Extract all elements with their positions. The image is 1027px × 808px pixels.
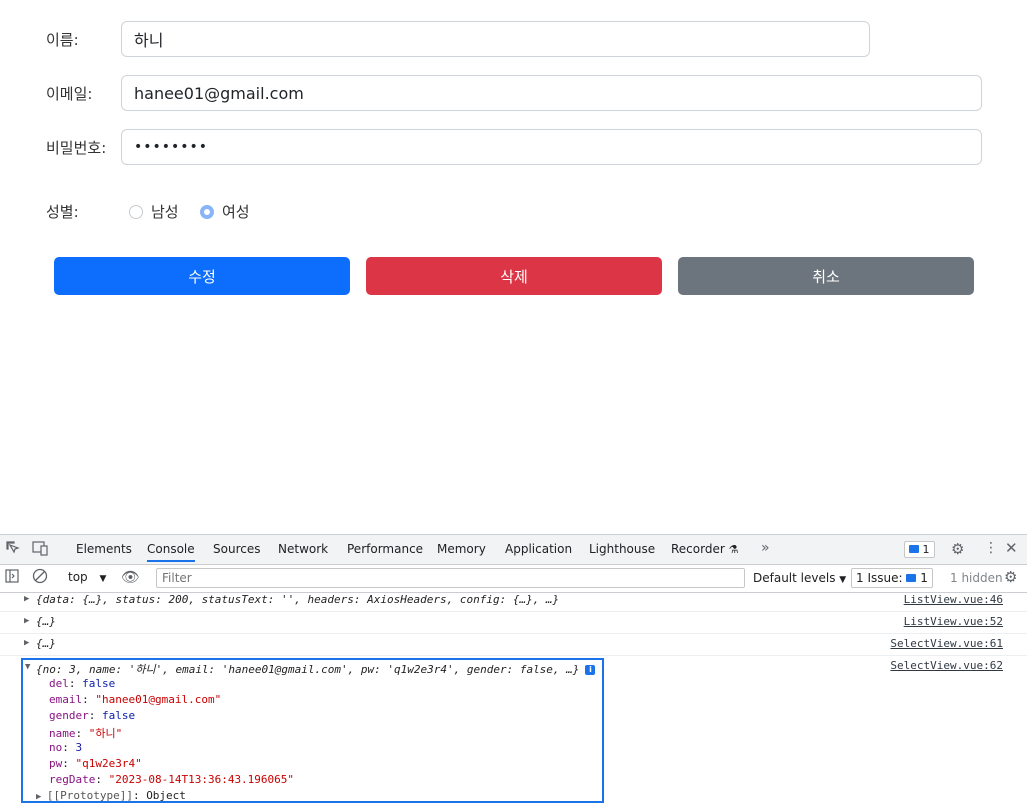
- dropdown-arrow-icon: ▼: [839, 575, 847, 585]
- expand-arrow-icon[interactable]: ▶: [24, 594, 29, 604]
- password-input[interactable]: ••••••••: [121, 129, 982, 165]
- messages-badge[interactable]: 1: [904, 541, 935, 558]
- console-log-row[interactable]: ▶ {…} ListView.vue:52: [0, 612, 1027, 634]
- male-radio[interactable]: [129, 204, 143, 219]
- more-tabs-icon[interactable]: »: [761, 540, 770, 556]
- devtools-tabbar: Elements Console Sources Network Perform…: [0, 535, 1027, 565]
- messages-count: 1: [922, 543, 930, 556]
- delete-button[interactable]: 삭제: [366, 257, 662, 295]
- sidebar-toggle-icon[interactable]: [5, 569, 19, 587]
- log-source-link[interactable]: SelectView.vue:61: [890, 637, 1003, 650]
- log-message: {data: {…}, status: 200, statusText: '',…: [36, 593, 560, 606]
- tab-console[interactable]: Console: [147, 542, 195, 562]
- expand-arrow-icon[interactable]: ▶: [24, 616, 29, 626]
- info-icon: i: [585, 665, 596, 675]
- tab-elements[interactable]: Elements: [76, 542, 132, 556]
- prop-prototype[interactable]: ▶ [[Prototype]]: Object: [36, 789, 186, 802]
- prop-regdate: regDate: "2023-08-14T13:36:43.196065": [49, 773, 295, 786]
- password-label: 비밀번호:: [46, 139, 107, 157]
- clear-console-icon[interactable]: [32, 568, 48, 588]
- prop-pw: pw: "q1w2e3r4": [49, 757, 142, 770]
- tab-recorder-label: Recorder: [671, 542, 725, 556]
- prop-gender: gender: false: [49, 709, 136, 722]
- console-filter-input[interactable]: [156, 568, 745, 588]
- name-label: 이름:: [46, 31, 79, 49]
- log-source-link[interactable]: ListView.vue:52: [904, 615, 1003, 628]
- expanded-object-log[interactable]: ▼ {no: 3, name: '하니', email: 'hanee01@gm…: [21, 658, 604, 803]
- tab-recorder[interactable]: Recorder ⚗: [671, 542, 738, 556]
- tab-performance[interactable]: Performance: [347, 542, 423, 556]
- console-toolbar: top ▼ 👁 Default levels ▼ 1 Issue: 1 1 hi…: [0, 565, 1027, 593]
- context-label: top: [68, 570, 88, 584]
- log-levels-label: Default levels: [753, 571, 836, 585]
- issues-label: 1 Issue:: [856, 571, 903, 585]
- female-radio[interactable]: [200, 204, 214, 219]
- hidden-count: 1 hidden: [950, 571, 1003, 585]
- gender-option-male[interactable]: 남성: [129, 201, 179, 222]
- log-levels-dropdown[interactable]: Default levels ▼: [753, 571, 846, 585]
- live-expression-eye-icon[interactable]: 👁: [121, 568, 140, 586]
- inspect-element-icon[interactable]: [5, 540, 21, 560]
- issues-button[interactable]: 1 Issue: 1: [851, 568, 933, 588]
- gender-option-female[interactable]: 여성: [200, 201, 250, 222]
- tab-network[interactable]: Network: [278, 542, 328, 556]
- object-summary: {no: 3, name: '하니', email: 'hanee01@gmai…: [36, 661, 596, 677]
- issues-count: 1: [920, 571, 928, 585]
- console-settings-gear-icon[interactable]: ⚙: [1004, 568, 1017, 586]
- tab-lighthouse[interactable]: Lighthouse: [589, 542, 655, 556]
- settings-gear-icon[interactable]: ⚙: [951, 540, 964, 558]
- flask-icon: ⚗: [728, 543, 739, 556]
- gender-label: 성별:: [46, 203, 79, 221]
- dropdown-arrow-icon: ▼: [99, 574, 107, 584]
- log-source-link[interactable]: SelectView.vue:62: [890, 659, 1003, 672]
- log-source-link[interactable]: ListView.vue:46: [904, 593, 1003, 606]
- name-input[interactable]: [121, 21, 870, 57]
- context-selector[interactable]: top ▼: [68, 570, 106, 584]
- device-toolbar-icon[interactable]: [31, 540, 49, 560]
- prop-email: email: "hanee01@gmail.com": [49, 693, 222, 706]
- email-label: 이메일:: [46, 85, 93, 103]
- more-options-icon[interactable]: ⋮: [984, 540, 998, 556]
- tab-application[interactable]: Application: [505, 542, 572, 556]
- console-log-row[interactable]: ▶ {data: {…}, status: 200, statusText: '…: [0, 590, 1027, 612]
- email-input[interactable]: [121, 75, 982, 111]
- message-icon: [909, 545, 919, 553]
- tab-sources[interactable]: Sources: [213, 542, 260, 556]
- expand-arrow-icon[interactable]: ▶: [24, 638, 29, 648]
- female-radio-label: 여성: [222, 203, 250, 221]
- expand-arrow-icon[interactable]: ▶: [36, 792, 47, 802]
- cancel-button[interactable]: 취소: [678, 257, 974, 295]
- prop-no: no: 3: [49, 741, 83, 754]
- male-radio-label: 남성: [151, 203, 179, 221]
- console-log-row[interactable]: ▶ {…} SelectView.vue:61: [0, 634, 1027, 656]
- collapse-arrow-icon[interactable]: ▼: [25, 662, 30, 672]
- prop-name: name: "하니": [49, 727, 123, 740]
- edit-button[interactable]: 수정: [54, 257, 350, 295]
- tab-memory[interactable]: Memory: [437, 542, 486, 556]
- log-message: {…}: [36, 615, 56, 628]
- issue-icon: [906, 574, 917, 582]
- log-message: {…}: [36, 637, 56, 650]
- close-devtools-icon[interactable]: ✕: [1005, 539, 1018, 557]
- prop-del: del: false: [49, 677, 116, 690]
